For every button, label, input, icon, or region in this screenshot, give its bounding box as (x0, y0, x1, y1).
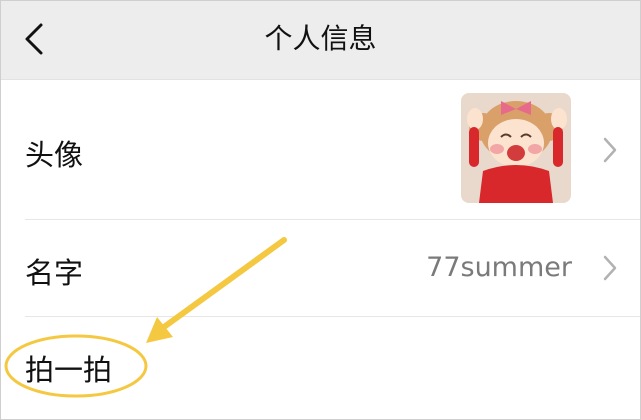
avatar[interactable] (461, 93, 571, 203)
chevron-right-icon (603, 137, 617, 163)
avatar-cartoon-girl-icon (461, 93, 571, 203)
page-title: 个人信息 (264, 22, 377, 55)
row-pat[interactable]: 拍一拍 (1, 317, 640, 419)
row-name[interactable]: 名字 77summer (1, 220, 640, 316)
row-label-pat: 拍一拍 (25, 353, 113, 387)
row-label-name: 名字 (25, 256, 84, 290)
row-value-name: 77summer (426, 252, 572, 283)
row-label-avatar: 头像 (25, 138, 84, 172)
profile-screen: 个人信息 头像 名字 77summer 拍一拍 (0, 0, 641, 420)
navigation-bar: 个人信息 (1, 1, 640, 80)
chevron-right-icon (603, 255, 617, 281)
